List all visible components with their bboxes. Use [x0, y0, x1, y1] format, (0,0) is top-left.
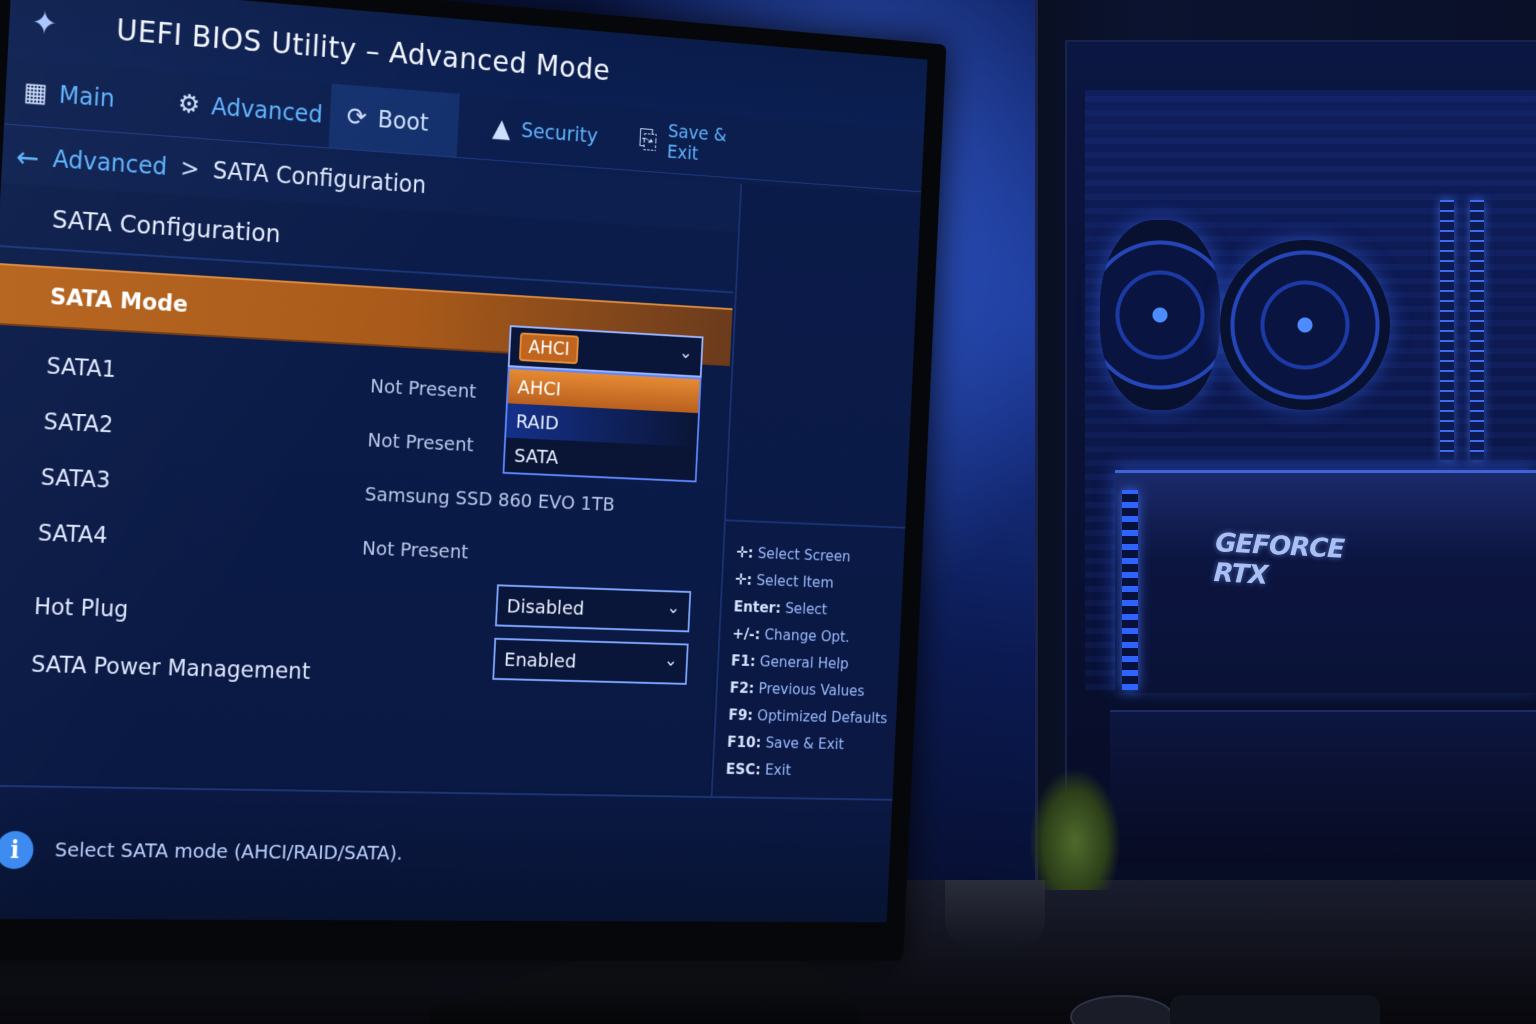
- sata-mode-dropdown: AHCI RAID SATA: [502, 366, 702, 483]
- power-mgmt-label: SATA Power Management: [30, 651, 311, 685]
- tab-label: Security: [520, 118, 599, 148]
- help-panel: ✛: Select Screen ✛: Select Item Enter: S…: [710, 183, 923, 803]
- help-key: Enter:: [733, 597, 782, 617]
- hot-plug-label: Hot Plug: [33, 594, 129, 623]
- status-text: Select SATA mode (AHCI/RAID/SATA).: [54, 837, 404, 865]
- port-value-sata3: Samsung SSD 860 EVO 1TB: [364, 482, 616, 516]
- monitor: ✦ UEFI BIOS Utility – Advanced Mode ▦ Ma…: [0, 0, 947, 962]
- tab-label: Main: [58, 80, 116, 113]
- help-text: Exit: [764, 760, 792, 779]
- sata-mode-selected-value: AHCI: [518, 332, 580, 365]
- key-legend: ✛: Select Screen ✛: Select Item Enter: S…: [725, 538, 906, 785]
- help-line: F2: Previous Values: [729, 674, 900, 705]
- arrows-icon: ✛:: [735, 543, 754, 562]
- graphics-card: [1115, 470, 1536, 693]
- port-label-sata1: SATA1: [45, 353, 117, 384]
- advanced-nodes-icon: ⚙: [177, 89, 201, 121]
- power-mgmt-select[interactable]: Enabled ⌄: [492, 637, 689, 685]
- help-text: Select Screen: [757, 544, 851, 566]
- ram-stick: [1470, 200, 1484, 460]
- status-bar: i Select SATA mode (AHCI/RAID/SATA).: [0, 784, 893, 923]
- help-text: General Help: [759, 652, 850, 673]
- chevron-down-icon: ⌄: [678, 342, 693, 364]
- help-text: Save & Exit: [765, 733, 845, 753]
- cpu-cooler-fan: [1220, 240, 1390, 410]
- help-key: F10:: [726, 732, 762, 752]
- led-strip: [1122, 490, 1138, 690]
- breadcrumb-current: SATA Configuration: [212, 156, 427, 199]
- bios-screen: ✦ UEFI BIOS Utility – Advanced Mode ▦ Ma…: [0, 0, 928, 923]
- help-text: Select: [784, 599, 828, 619]
- tab-label: Advanced: [210, 92, 324, 129]
- port-value-sata1: Not Present: [369, 373, 477, 403]
- tab-boot[interactable]: ⟳ Boot: [328, 83, 460, 157]
- help-key: ESC:: [725, 759, 762, 779]
- settings-panel: SATA Configuration SATA Mode AHCI ⌄ AHCI…: [0, 183, 737, 795]
- help-line: F10: Save & Exit: [727, 728, 898, 758]
- power-mgmt-value: Enabled: [503, 647, 577, 673]
- tab-save-exit[interactable]: ⎘ Save & Exit: [622, 107, 755, 179]
- lock-icon: ▲: [491, 113, 512, 144]
- boot-power-icon: ⟳: [345, 102, 368, 133]
- hot-plug-value: Disabled: [506, 594, 585, 620]
- desk-device: [1170, 995, 1380, 1024]
- help-key: F1:: [730, 651, 756, 670]
- arrows-icon: ✛:: [734, 570, 753, 589]
- back-arrow-icon[interactable]: ←: [15, 140, 40, 174]
- breadcrumb-separator: >: [179, 154, 201, 184]
- plant-pot: [945, 880, 1045, 950]
- save-exit-icon: ⎘: [638, 124, 658, 155]
- info-icon: i: [0, 830, 35, 870]
- help-key: +/-:: [731, 624, 761, 643]
- chevron-down-icon: ⌄: [663, 650, 678, 671]
- section-title: SATA Configuration: [51, 204, 282, 249]
- help-text: Previous Values: [758, 679, 865, 700]
- breadcrumb-parent-link[interactable]: Advanced: [52, 145, 168, 181]
- port-value-sata4: Not Present: [361, 536, 469, 564]
- help-divider: [725, 519, 907, 529]
- gpu-brand-label: GEFORCE RTX: [1212, 528, 1345, 591]
- port-label-sata2: SATA2: [42, 409, 114, 439]
- port-value-sata2: Not Present: [366, 427, 475, 457]
- help-key: F9:: [728, 705, 754, 724]
- help-text: Optimized Defaults: [756, 706, 888, 727]
- tab-advanced[interactable]: ⚙ Advanced: [159, 70, 324, 147]
- help-text: Select Item: [755, 571, 835, 592]
- help-line: F9: Optimized Defaults: [728, 701, 899, 732]
- tab-label: Save & Exit: [666, 120, 728, 165]
- tab-security[interactable]: ▲ Security: [475, 95, 612, 168]
- ram-stick: [1440, 200, 1454, 460]
- port-label-sata4: SATA4: [37, 520, 109, 549]
- power-supply-shroud: [1110, 710, 1536, 862]
- main-grid-icon: ▦: [22, 77, 49, 109]
- bios-logo-icon: ✦: [30, 2, 59, 43]
- port-label-sata3: SATA3: [40, 464, 111, 494]
- case-fan-left: [1100, 220, 1220, 410]
- help-key: F2:: [729, 678, 755, 697]
- tab-main[interactable]: ▦ Main: [4, 58, 153, 134]
- plant: [1030, 770, 1120, 890]
- tab-label: Boot: [377, 105, 430, 137]
- chevron-down-icon: ⌄: [666, 597, 681, 618]
- hot-plug-select[interactable]: Disabled ⌄: [494, 584, 692, 633]
- help-line: ESC: Exit: [725, 755, 896, 785]
- help-text: Change Opt.: [764, 625, 851, 646]
